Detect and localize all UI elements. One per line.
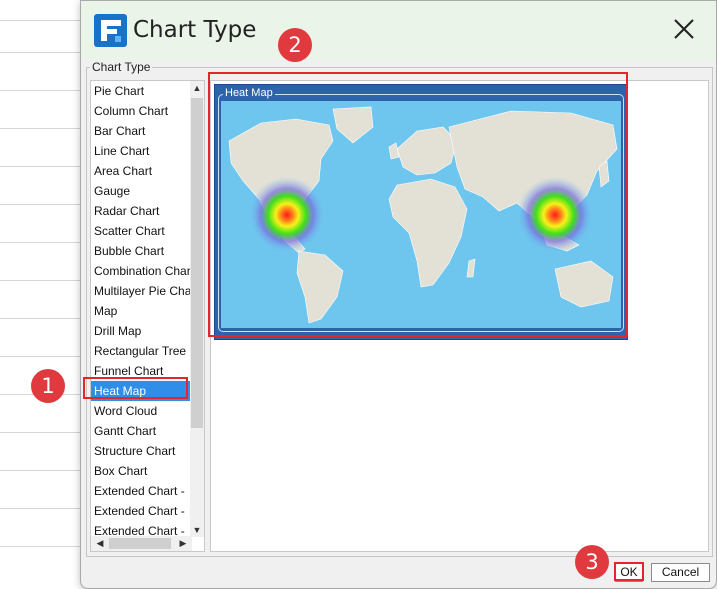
grid-line <box>0 280 82 281</box>
chart-type-item[interactable]: Bubble Chart <box>91 241 190 261</box>
chart-type-item[interactable]: Area Chart <box>91 161 190 181</box>
horizontal-scrollbar[interactable]: ◀ ▶ <box>91 536 192 551</box>
preview-label: Heat Map <box>223 87 275 99</box>
chart-preview[interactable]: Heat Map <box>214 84 628 340</box>
title-bar: Chart Type <box>81 1 716 59</box>
grid-line <box>0 318 82 319</box>
grid-line <box>0 166 82 167</box>
chart-type-item[interactable]: Gauge <box>91 181 190 201</box>
annotation-marker-2: 2 <box>278 28 312 62</box>
annotation-marker-3: 3 <box>575 545 609 579</box>
world-heat-map-image <box>221 101 621 328</box>
chart-type-list[interactable]: Pie Chart Column Chart Bar Chart Line Chart… <box>90 80 205 552</box>
grid-line <box>0 546 82 547</box>
grid-line <box>0 52 82 53</box>
ok-button[interactable]: OK <box>615 563 643 582</box>
vertical-scrollbar[interactable]: ▲ ▼ <box>190 81 204 537</box>
chart-type-item[interactable]: Word Cloud <box>91 401 190 421</box>
preview-inner-frame: Heat Map <box>218 87 624 332</box>
chart-type-item[interactable]: Column Chart <box>91 101 190 121</box>
cancel-button[interactable]: Cancel <box>651 563 710 582</box>
chart-type-item[interactable]: Combination Chart <box>91 261 190 281</box>
grid-line <box>0 432 82 433</box>
preview-panel: Heat Map <box>210 80 709 552</box>
grid-line <box>0 356 82 357</box>
chart-type-dialog: Chart Type Chart Type Pie Chart Column Ch… <box>80 0 717 589</box>
scroll-up-arrow-icon[interactable]: ▲ <box>190 83 204 93</box>
chart-type-item[interactable]: Structure Chart <box>91 441 190 461</box>
chart-type-item[interactable]: Heat Map <box>91 381 190 401</box>
annotation-marker-1: 1 <box>31 369 65 403</box>
chart-type-item[interactable]: Bar Chart <box>91 121 190 141</box>
chart-type-item[interactable]: Line Chart <box>91 141 190 161</box>
dialog-title: Chart Type <box>133 17 257 43</box>
hscrollbar-thumb[interactable] <box>109 538 171 549</box>
app-logo-icon <box>94 14 127 47</box>
scroll-right-arrow-icon[interactable]: ▶ <box>176 538 190 549</box>
close-icon[interactable] <box>670 15 698 43</box>
chart-type-item[interactable]: Funnel Chart <box>91 361 190 381</box>
chart-type-item[interactable]: Extended Chart - <box>91 501 190 521</box>
chart-type-item[interactable]: Drill Map <box>91 321 190 341</box>
chart-type-item[interactable]: Map <box>91 301 190 321</box>
grid-line <box>0 20 82 21</box>
scroll-down-arrow-icon[interactable]: ▼ <box>190 525 204 535</box>
chart-type-item[interactable]: Radar Chart <box>91 201 190 221</box>
chart-type-item[interactable]: Scatter Chart <box>91 221 190 241</box>
chart-type-item[interactable]: Multilayer Pie Chart <box>91 281 190 301</box>
grid-line <box>0 242 82 243</box>
chart-type-item[interactable]: Box Chart <box>91 461 190 481</box>
chart-type-item[interactable]: Gantt Chart <box>91 421 190 441</box>
grid-line <box>0 128 82 129</box>
grid-line <box>0 470 82 471</box>
grid-line <box>0 204 82 205</box>
chart-type-group: Chart Type Pie Chart Column Chart Bar Char… <box>86 60 713 557</box>
scroll-left-arrow-icon[interactable]: ◀ <box>93 538 107 549</box>
grid-line <box>0 508 82 509</box>
chart-type-item[interactable]: Pie Chart <box>91 81 190 101</box>
chart-type-item[interactable]: Rectangular Tree <box>91 341 190 361</box>
chart-type-item[interactable]: Extended Chart - <box>91 481 190 501</box>
group-label: Chart Type <box>90 60 153 74</box>
scrollbar-thumb[interactable] <box>191 98 203 428</box>
grid-line <box>0 90 82 91</box>
